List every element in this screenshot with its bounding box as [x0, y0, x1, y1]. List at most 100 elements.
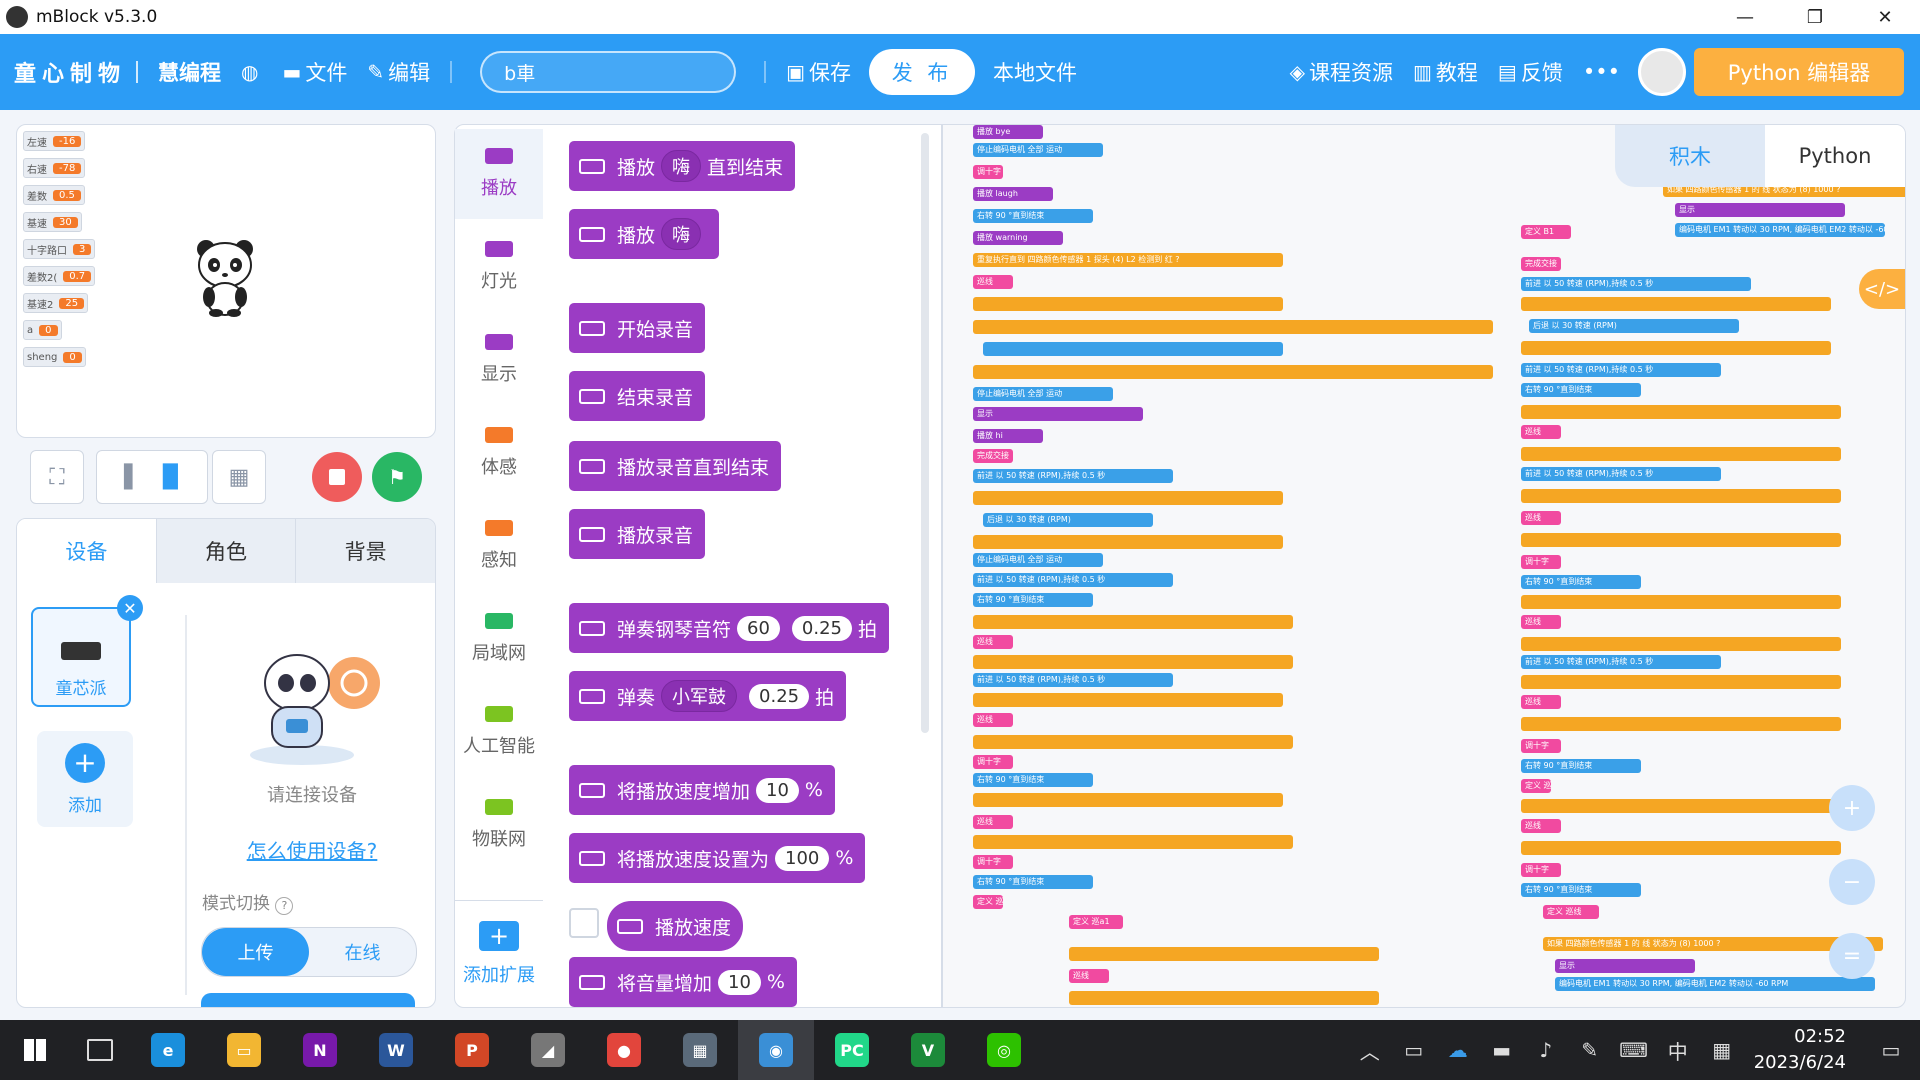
more-button[interactable]: ••• — [1583, 60, 1620, 84]
script-block[interactable]: 显示 — [1675, 203, 1845, 217]
script-block[interactable] — [1521, 297, 1831, 311]
device-card[interactable]: 童芯派 ✕ — [31, 595, 143, 707]
script-block[interactable]: 定义 巡线 — [1543, 905, 1599, 919]
small-stage-icon[interactable]: ▌ — [124, 465, 141, 490]
script-block[interactable]: 完成交接 — [1521, 257, 1561, 271]
close-button[interactable]: ✕ — [1850, 0, 1920, 34]
script-block[interactable] — [973, 491, 1283, 505]
script-block[interactable]: 后退 以 30 转速 (RPM) — [983, 513, 1153, 527]
zoom-in-button[interactable]: + — [1829, 785, 1875, 831]
pen-icon[interactable]: ✎ — [1568, 1038, 1612, 1062]
course-resources-button[interactable]: ◈ 课程资源 — [1290, 57, 1393, 87]
speed-input[interactable]: 10 — [756, 777, 799, 803]
help-icon[interactable]: ? — [275, 897, 294, 915]
script-block[interactable]: 巡线 — [1521, 615, 1561, 629]
large-stage-icon[interactable]: ▉ — [163, 465, 180, 490]
script-block[interactable]: 巡线 — [973, 713, 1013, 727]
script-block[interactable] — [973, 693, 1283, 707]
script-block[interactable]: 巡线 — [1521, 511, 1561, 525]
block-play-recording-until-done[interactable]: 播放录音直到结束 — [569, 441, 782, 491]
add-device-button[interactable]: + 添加 — [37, 731, 133, 827]
script-block[interactable]: 显示 — [973, 407, 1143, 421]
publish-button[interactable]: 发 布 — [869, 49, 976, 95]
taskbar-app-powerpoint[interactable]: P — [434, 1020, 510, 1080]
script-block[interactable]: 调十字 — [1521, 863, 1561, 877]
minimize-button[interactable]: — — [1710, 0, 1780, 34]
onedrive-icon[interactable]: ☁ — [1436, 1038, 1480, 1062]
taskbar-app-drive[interactable]: ◢ — [510, 1020, 586, 1080]
python-editor-button[interactable]: Python 编辑器 — [1694, 48, 1904, 96]
script-block[interactable]: 调十字 — [973, 855, 1013, 869]
project-name-input[interactable]: b車 — [480, 51, 737, 93]
tab-devices[interactable]: 设备 — [17, 519, 156, 583]
block-play-drum[interactable]: 弹奏 小军鼓 0.25 拍 — [569, 671, 847, 721]
battery-icon[interactable]: ▬ — [1480, 1038, 1524, 1062]
script-block[interactable]: 播放 laugh — [973, 187, 1053, 201]
task-view-button[interactable] — [70, 1020, 130, 1080]
note-input[interactable]: 60 — [737, 615, 780, 641]
script-block[interactable] — [1521, 405, 1841, 419]
script-block[interactable]: 停止编码电机 全部 运动 — [973, 553, 1103, 567]
notification-icon[interactable]: ▭ — [1862, 1038, 1920, 1062]
script-block[interactable]: 播放 hi — [973, 429, 1043, 443]
beats-input[interactable]: 0.25 — [791, 615, 852, 641]
script-block[interactable] — [1521, 841, 1841, 855]
mode-toggle[interactable]: 上传 在线 — [201, 927, 417, 977]
script-block[interactable]: 巡线 — [1069, 969, 1109, 983]
file-menu[interactable]: ▬ 文件 — [282, 57, 347, 87]
edit-menu[interactable]: ✎ 编辑 — [367, 57, 430, 87]
code-toggle-icon[interactable]: </> — [1859, 269, 1905, 309]
script-block[interactable]: 调十字 — [973, 755, 1013, 769]
mode-online[interactable]: 在线 — [309, 928, 416, 976]
script-block[interactable]: 重复执行直到 四路颜色传感器 1 探头 (4) L2 检测到 红 ? — [973, 253, 1283, 267]
local-file-button[interactable]: 本地文件 — [993, 57, 1077, 87]
script-block[interactable] — [1521, 637, 1841, 651]
category-item[interactable]: 人工智能 — [455, 687, 543, 777]
stage[interactable]: 左速 -16 右速 -78 差数 0.5 基速 30 十字路口 3 差数2(0.7 基速2 25 a 0 sh… — [16, 124, 436, 438]
block-stop-recording[interactable]: 结束录音 — [569, 371, 706, 421]
taskbar-app-vim[interactable]: V — [890, 1020, 966, 1080]
sound-dropdown[interactable]: 嗨 — [661, 150, 702, 182]
add-extension-button[interactable]: + 添加扩展 — [455, 900, 543, 1007]
script-block[interactable] — [1069, 991, 1379, 1005]
script-block[interactable]: 巡线 — [973, 635, 1013, 649]
script-block[interactable] — [973, 320, 1493, 334]
script-block[interactable]: 后退 以 30 转速 (RPM) — [1529, 319, 1739, 333]
script-block[interactable]: 前进 以 50 转速 (RPM),持续 0.5 秒 — [973, 573, 1173, 587]
feedback-button[interactable]: ▤ 反馈 — [1498, 57, 1563, 87]
panda-sprite[interactable] — [192, 237, 258, 317]
script-block[interactable] — [1521, 675, 1841, 689]
script-block[interactable]: 右转 90 °直到结束 — [1521, 575, 1641, 589]
chevron-up-icon[interactable]: ︿ — [1348, 1036, 1392, 1065]
green-flag-button[interactable]: ⚑ — [372, 452, 422, 502]
script-block[interactable]: 右转 90 °直到结束 — [973, 773, 1093, 787]
script-block[interactable] — [973, 793, 1283, 807]
volume-icon[interactable]: ♪ — [1524, 1038, 1568, 1062]
script-block[interactable]: 前进 以 50 转速 (RPM),持续 0.5 秒 — [1521, 467, 1721, 481]
taskbar-app-edge[interactable]: e — [130, 1020, 206, 1080]
speed-monitor-checkbox[interactable] — [569, 908, 599, 938]
maximize-button[interactable]: ❐ — [1780, 0, 1850, 34]
script-block[interactable]: 调十字 — [1521, 739, 1561, 753]
script-block[interactable]: 定义 B1 — [1521, 225, 1571, 239]
script-block[interactable] — [973, 365, 1493, 379]
script-block[interactable]: 完成交接 — [973, 449, 1013, 463]
script-block[interactable] — [1521, 489, 1841, 503]
script-block[interactable]: 巡线 — [1521, 819, 1561, 833]
script-block[interactable]: 停止编码电机 全部 运动 — [973, 143, 1103, 157]
category-item[interactable]: 感知 — [455, 501, 543, 591]
taskbar-app-wechat[interactable]: ◎ — [966, 1020, 1042, 1080]
category-item[interactable]: 物联网 — [455, 780, 543, 870]
block-change-speed[interactable]: 将播放速度增加 10% — [569, 765, 835, 815]
layout-toggle[interactable]: ▌ ▉ — [96, 450, 208, 504]
ime-mode-icon[interactable]: ▦ — [1700, 1038, 1744, 1062]
network-icon[interactable]: ▭ — [1392, 1038, 1436, 1062]
script-block[interactable]: 右转 90 °直到结束 — [973, 209, 1093, 223]
script-block[interactable] — [973, 535, 1283, 549]
fullscreen-icon[interactable]: ⛶ — [30, 450, 84, 504]
script-block[interactable]: 前进 以 50 转速 (RPM),持续 0.5 秒 — [1521, 277, 1751, 291]
taskbar-app-onenote[interactable]: N — [282, 1020, 358, 1080]
script-block[interactable] — [983, 342, 1283, 356]
script-block[interactable]: 定义 巡a1 — [1521, 779, 1551, 793]
how-to-use-link[interactable]: 怎么使用设备? — [192, 835, 432, 864]
